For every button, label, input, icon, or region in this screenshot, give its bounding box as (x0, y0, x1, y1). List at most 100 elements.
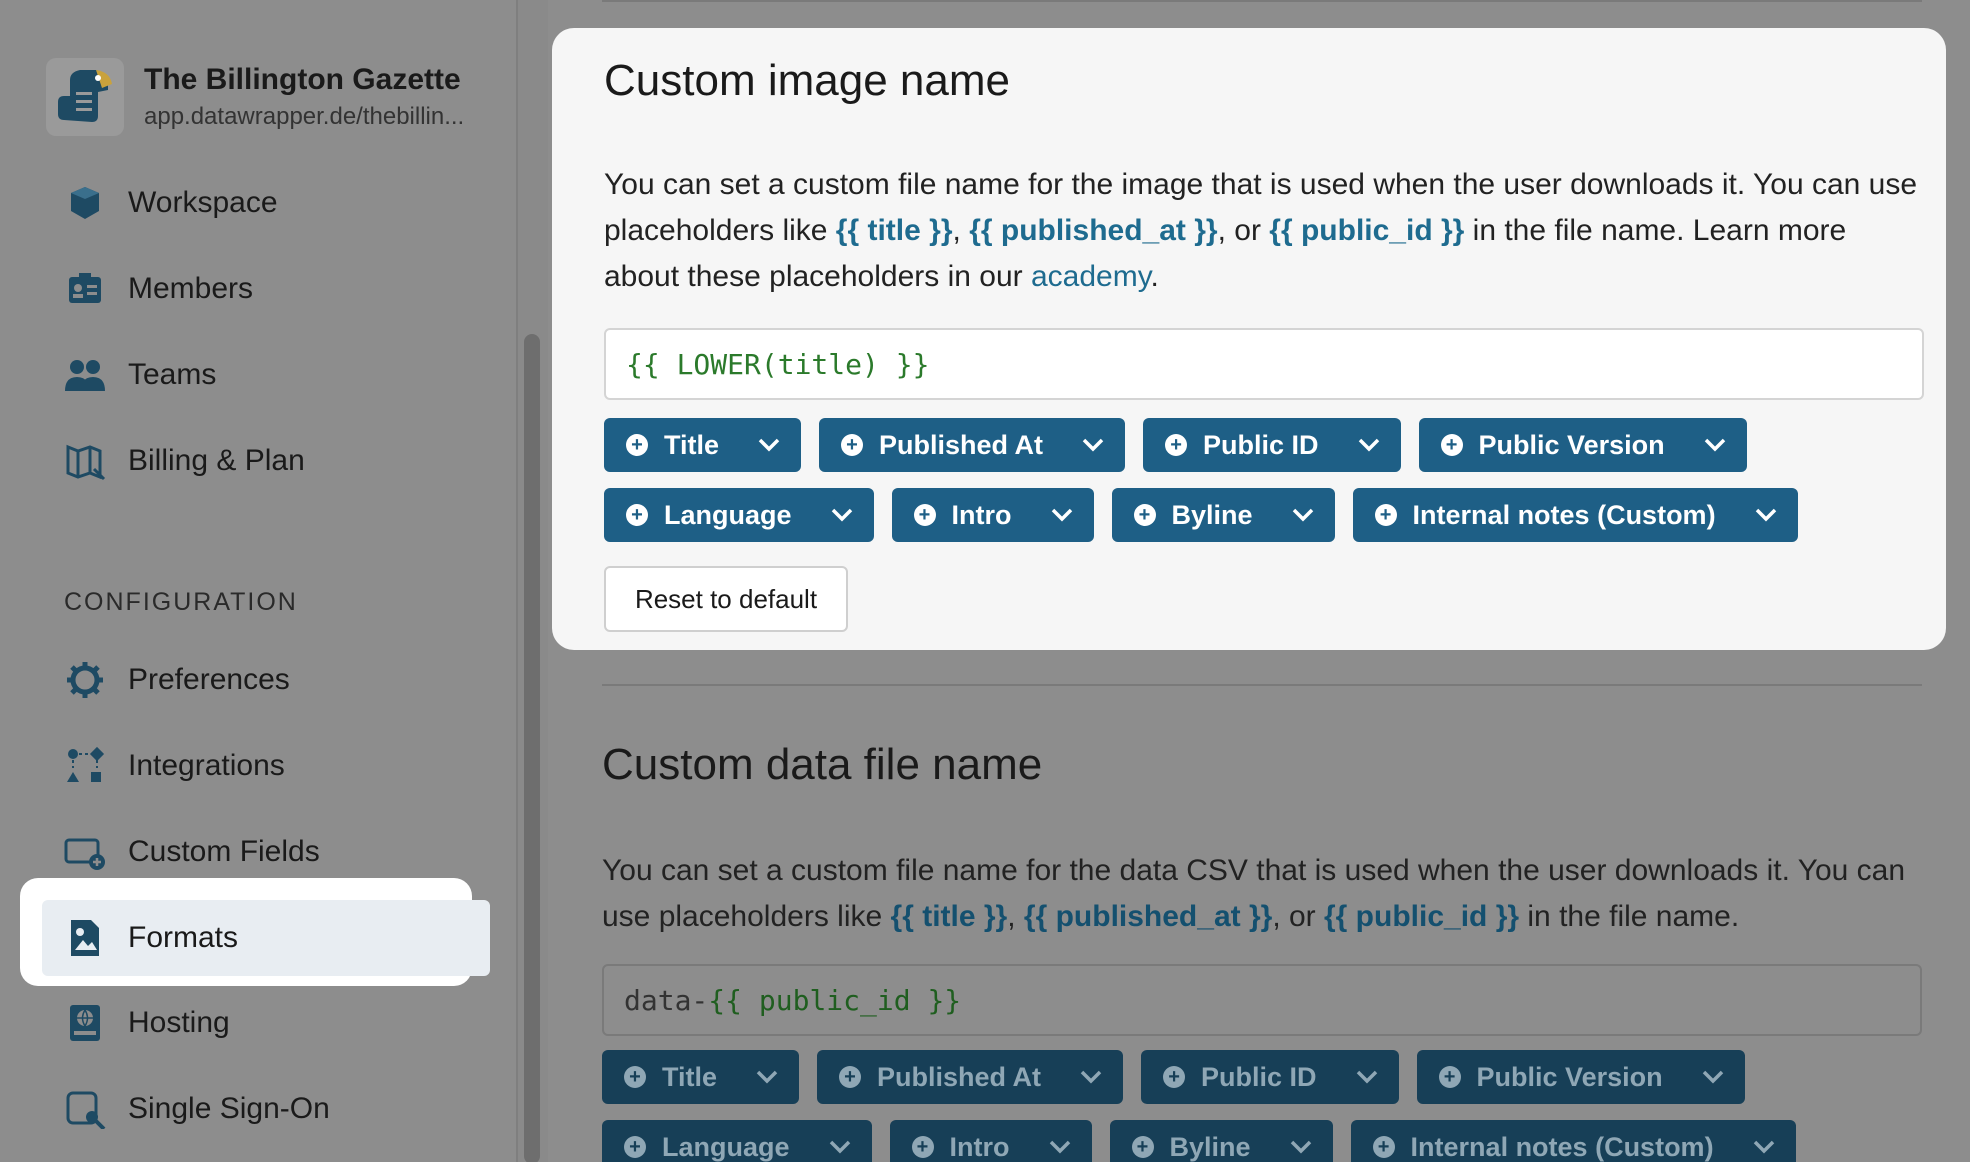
plus-icon: + (913, 504, 936, 526)
plus-icon: + (911, 1136, 934, 1158)
integrations-icon (62, 743, 108, 789)
sidebar-item-teams[interactable]: Teams (62, 345, 492, 405)
teams-icon (62, 352, 108, 398)
plus-icon: + (626, 504, 648, 526)
plus-icon: + (1163, 1066, 1186, 1088)
billing-icon (62, 438, 108, 484)
sso-icon (62, 1086, 108, 1132)
insert-public-id-button[interactable]: + Public ID (1143, 418, 1401, 472)
plus-icon: + (1438, 1066, 1461, 1088)
divider (602, 684, 1922, 686)
chevron-down-icon[interactable] (1357, 433, 1381, 457)
custom-image-name-card: Custom image name You can set a custom f… (552, 28, 1946, 650)
insert-public-version-button[interactable]: + Public Version (1416, 1050, 1745, 1104)
plus-icon: + (1374, 504, 1397, 526)
insert-intro-button[interactable]: + Intro (891, 488, 1094, 542)
placeholder-published-at: {{ published_at }} (969, 214, 1218, 247)
configuration-heading: CONFIGURATION (64, 588, 298, 616)
plus-icon: + (1372, 1136, 1395, 1158)
sidebar-item-label: Integrations (128, 749, 285, 782)
chevron-down-icon[interactable] (1703, 433, 1727, 457)
chevron-down-icon (1048, 1135, 1072, 1159)
insert-language-button[interactable]: + Language (604, 488, 874, 542)
insert-language-button[interactable]: + Language (602, 1120, 872, 1162)
sidebar-item-hosting[interactable]: Hosting (62, 993, 492, 1053)
divider (602, 0, 1922, 2)
plus-icon: + (624, 1066, 646, 1088)
sidebar-scrollbar[interactable] (524, 334, 540, 1162)
sidebar-item-label: Workspace (128, 186, 278, 219)
chevron-down-icon (1752, 1135, 1776, 1159)
plus-icon: + (1440, 434, 1463, 456)
data-file-name-input[interactable]: data-{{ public_id }} (602, 964, 1922, 1036)
insert-title-button[interactable]: + Title (602, 1050, 800, 1104)
data-placeholder-row-2: + Language + Intro + Byline + Internal notes… (602, 1120, 1796, 1162)
plus-icon: + (839, 1066, 862, 1088)
org-url: app.datawrapper.de/thebillin... (144, 103, 465, 130)
sidebar-item-workspace[interactable]: Workspace (62, 173, 492, 233)
sidebar-item-members[interactable]: Members (62, 259, 492, 319)
plus-icon: + (626, 434, 648, 456)
section-description: You can set a custom file name for the i… (604, 168, 1918, 293)
placeholder-public-id: {{ public_id }} (1269, 214, 1465, 247)
custom-fields-icon (62, 829, 108, 875)
sidebar-item-label: Billing & Plan (128, 444, 305, 477)
data-file-name-description: You can set a custom file name for the d… (602, 854, 1906, 933)
org-name: The Billington Gazette (144, 63, 461, 96)
gear-icon (62, 657, 108, 703)
insert-internal-notes-button[interactable]: + Internal notes (Custom) (1350, 1120, 1796, 1162)
chevron-down-icon (828, 1135, 852, 1159)
image-icon (62, 915, 108, 961)
chevron-down-icon[interactable] (1754, 503, 1778, 527)
sidebar-item-label: Teams (128, 358, 217, 391)
parrot-logo-icon (46, 58, 124, 136)
workspace-icon (62, 180, 108, 226)
plus-icon: + (1133, 504, 1156, 526)
sidebar-item-label: Single Sign-On (128, 1092, 330, 1125)
chevron-down-icon (755, 1065, 779, 1089)
insert-byline-button[interactable]: + Byline (1109, 1120, 1333, 1162)
insert-public-version-button[interactable]: + Public Version (1418, 418, 1747, 472)
sidebar-item-label: Hosting (128, 1006, 230, 1039)
chevron-down-icon[interactable] (757, 433, 781, 457)
plus-icon: + (1165, 434, 1188, 456)
insert-byline-button[interactable]: + Byline (1111, 488, 1335, 542)
insert-public-id-button[interactable]: + Public ID (1141, 1050, 1399, 1104)
insert-internal-notes-button[interactable]: + Internal notes (Custom) (1352, 488, 1798, 542)
chevron-down-icon (1289, 1135, 1313, 1159)
chevron-down-icon (1701, 1065, 1725, 1089)
plus-icon: + (624, 1136, 646, 1158)
plus-icon: + (841, 434, 864, 456)
data-placeholder-row-1: + Title + Published At + Public ID + Public … (602, 1050, 1745, 1104)
sidebar-item-sso[interactable]: Single Sign-On (62, 1079, 492, 1139)
image-file-name-input[interactable]: {{ LOWER(title) }} (604, 328, 1924, 400)
insert-published-at-button[interactable]: + Published At (819, 418, 1126, 472)
sidebar-item-label: Formats (128, 921, 239, 954)
reset-to-default-button[interactable]: Reset to default (604, 566, 848, 632)
section-title: Custom image name (604, 56, 1010, 105)
data-file-name-title: Custom data file name (602, 740, 1043, 789)
chevron-down-icon[interactable] (1291, 503, 1315, 527)
sidebar-item-billing[interactable]: Billing & Plan (62, 431, 492, 491)
sidebar-item-integrations[interactable]: Integrations (62, 736, 492, 796)
plus-icon: + (1131, 1136, 1154, 1158)
academy-link[interactable]: academy (1031, 260, 1151, 293)
insert-title-button[interactable]: + Title (604, 418, 802, 472)
chevron-down-icon[interactable] (1050, 503, 1074, 527)
insert-published-at-button[interactable]: + Published At (817, 1050, 1124, 1104)
sidebar-item-formats[interactable]: Formats (62, 908, 492, 968)
sidebar-item-label: Custom Fields (128, 835, 320, 868)
org-header[interactable]: The Billington Gazette app.datawrapper.d… (46, 58, 464, 136)
insert-intro-button[interactable]: + Intro (889, 1120, 1092, 1162)
sidebar-item-label: Preferences (128, 663, 290, 696)
sidebar-item-preferences[interactable]: Preferences (62, 650, 492, 710)
chevron-down-icon[interactable] (830, 503, 854, 527)
sidebar-item-custom-fields[interactable]: Custom Fields (62, 822, 492, 882)
chevron-down-icon[interactable] (1081, 433, 1105, 457)
hosting-icon (62, 1000, 108, 1046)
image-placeholder-row-1: + Title + Published At + Public ID + Public … (604, 418, 1747, 472)
image-placeholder-row-2: + Language + Intro + Byline + Internal notes… (604, 488, 1798, 542)
placeholder-title: {{ title }} (835, 214, 953, 247)
chevron-down-icon (1079, 1065, 1103, 1089)
members-icon (62, 266, 108, 312)
